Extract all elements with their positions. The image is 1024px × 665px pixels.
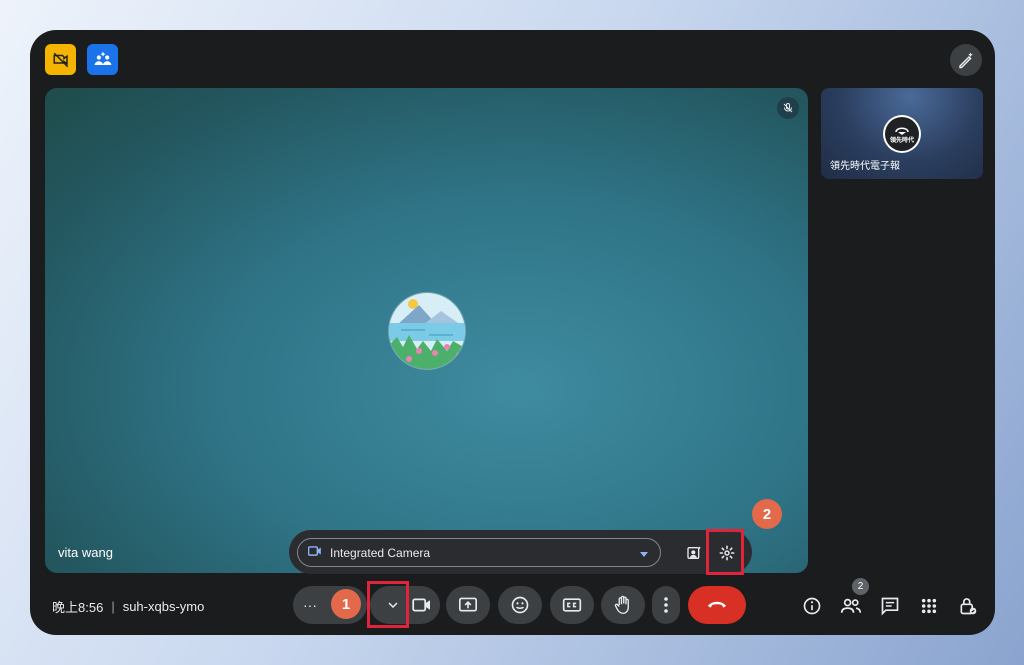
present-screen-icon[interactable]: [446, 586, 490, 624]
end-call-button[interactable]: [688, 586, 746, 624]
camera-off-icon[interactable]: [45, 44, 76, 75]
info-icon[interactable]: [799, 593, 825, 619]
main-video-tile[interactable]: vita wang: [45, 88, 808, 573]
meeting-info: 晚上8:56 | suh-xqbs-ymo: [52, 597, 204, 616]
annotation-box-camera-options: [367, 581, 409, 628]
magic-pen-icon[interactable]: [950, 44, 982, 76]
camera-select-value: Integrated Camera: [330, 545, 431, 560]
raise-hand-icon[interactable]: [601, 586, 645, 624]
annotation-step-2: 2: [752, 499, 782, 529]
emoji-icon[interactable]: [498, 586, 542, 624]
camera-settings-popover: Integrated Camera: [289, 530, 752, 574]
caret-down-icon: [640, 546, 648, 560]
meeting-code: suh-xqbs-ymo: [122, 599, 205, 614]
video-icon: [307, 545, 322, 560]
side-avatar-text: 領先時代: [889, 137, 914, 144]
meet-window: vita wang 領先時代 領先時代電子報 Integrated Camera: [30, 30, 995, 635]
more-options-label: ···: [303, 597, 317, 613]
apps-icon[interactable]: [916, 593, 942, 619]
participant-avatar: [388, 292, 466, 370]
annotation-step-1: 1: [331, 589, 361, 619]
side-video-tile[interactable]: 領先時代 領先時代電子報: [821, 88, 983, 179]
camera-select[interactable]: Integrated Camera: [297, 538, 661, 567]
meeting-time: 晚上8:56: [52, 600, 104, 615]
end-call-icon: [706, 596, 728, 614]
captions-icon[interactable]: [550, 586, 594, 624]
chat-icon[interactable]: [877, 593, 903, 619]
side-participant-avatar: 領先時代: [883, 115, 921, 153]
mic-off-icon: [777, 97, 799, 119]
meeting-info-separator: |: [111, 599, 115, 614]
more-vert-icon[interactable]: [652, 586, 680, 624]
people-sparkle-icon[interactable]: [87, 44, 118, 75]
video-camera-icon[interactable]: [412, 597, 432, 613]
participant-name: vita wang: [58, 545, 113, 560]
annotation-box-settings: [706, 529, 744, 575]
portrait-effects-icon[interactable]: [680, 539, 708, 567]
side-participant-name: 領先時代電子報: [830, 161, 900, 172]
host-lock-icon[interactable]: [955, 593, 981, 619]
people-icon[interactable]: [838, 593, 864, 619]
